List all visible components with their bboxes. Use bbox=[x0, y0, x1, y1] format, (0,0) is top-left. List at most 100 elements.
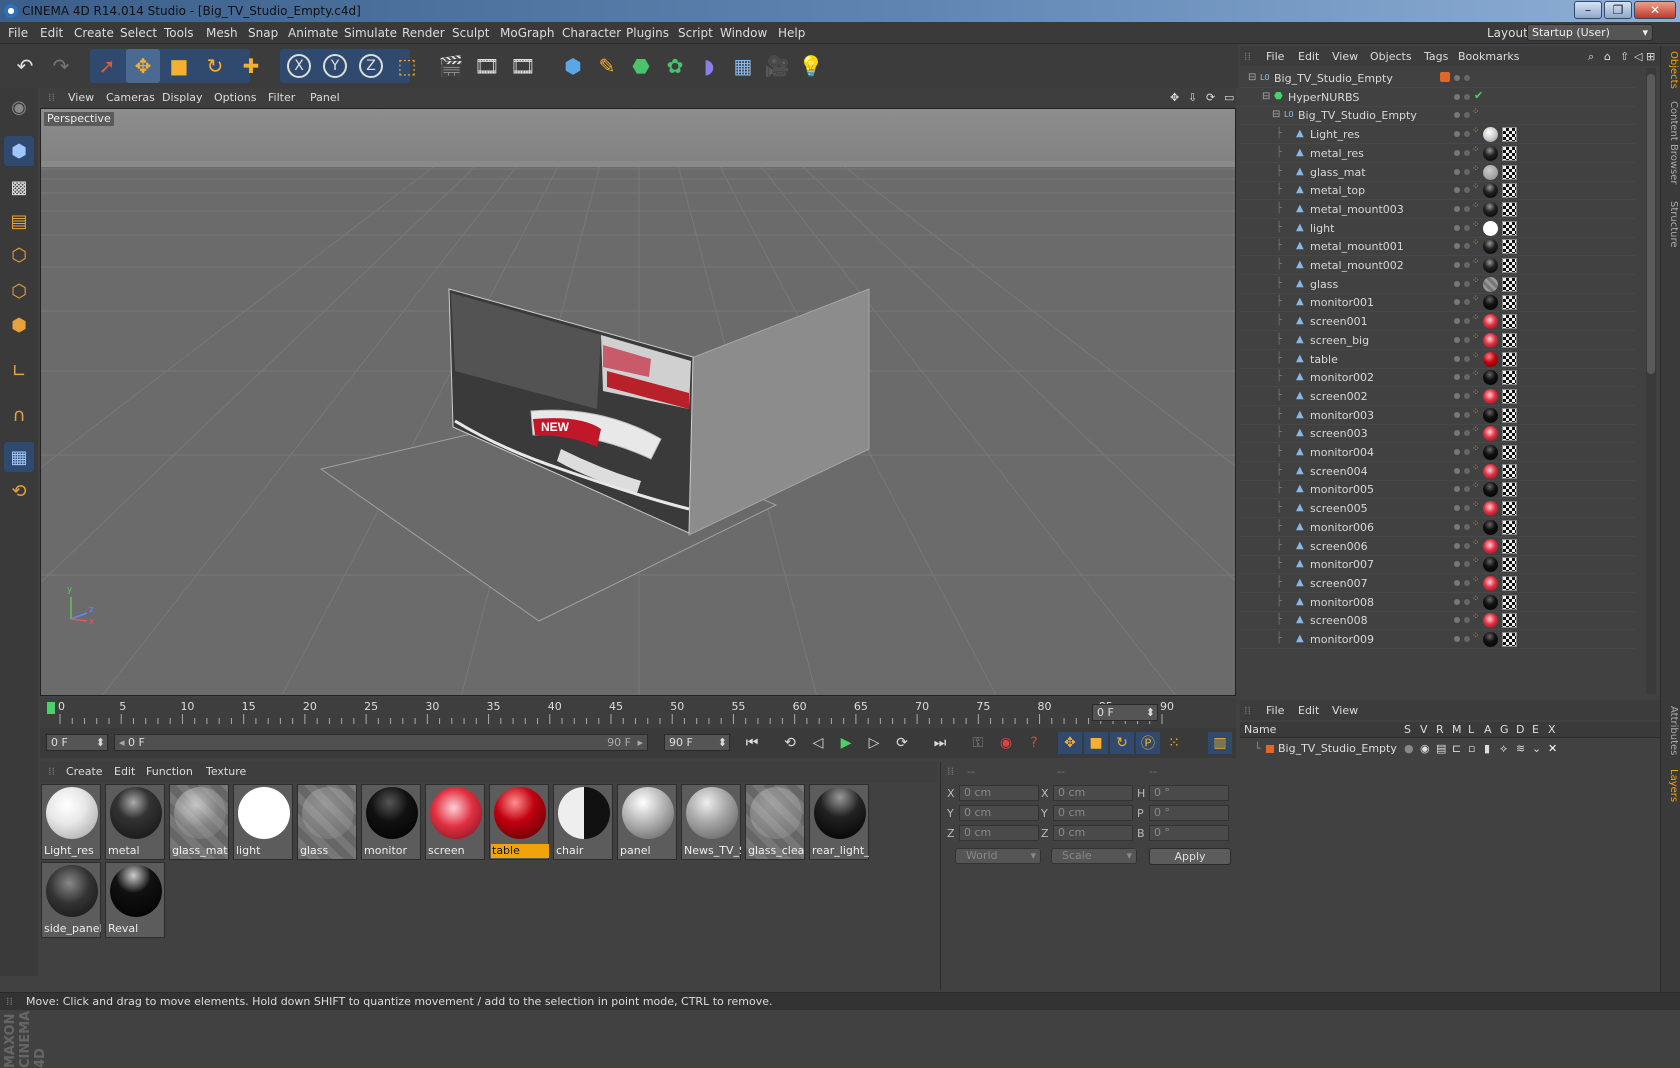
record-keys-button[interactable]: ⚿ bbox=[966, 732, 990, 754]
editor-visibility-dot[interactable] bbox=[1454, 336, 1460, 343]
menu-edit[interactable]: Edit bbox=[40, 26, 63, 40]
render-visibility-dot[interactable] bbox=[1464, 93, 1470, 100]
render-settings-button[interactable]: 🎞 bbox=[506, 49, 540, 83]
material-tag-icon[interactable] bbox=[1483, 407, 1498, 423]
menu-simulate[interactable]: Simulate bbox=[344, 26, 397, 40]
editor-visibility-dot[interactable] bbox=[1454, 187, 1460, 194]
material-tag-icon[interactable] bbox=[1483, 295, 1498, 311]
phong-tag-icon[interactable]: ⁘ bbox=[1472, 276, 1480, 286]
maximize-view-icon[interactable]: ▭ bbox=[1224, 91, 1234, 104]
texture-tag-icon[interactable] bbox=[1502, 164, 1517, 180]
render-view-button[interactable]: 🎬 bbox=[434, 49, 468, 83]
rot-h-field[interactable]: 0 ° bbox=[1149, 785, 1229, 801]
material-tag-icon[interactable] bbox=[1483, 519, 1498, 535]
material-tag-icon[interactable] bbox=[1483, 445, 1498, 460]
texture-tag-icon[interactable] bbox=[1502, 463, 1517, 479]
material-tag-icon[interactable] bbox=[1483, 613, 1498, 629]
texture-tag-icon[interactable] bbox=[1502, 594, 1517, 610]
objects-menu-view[interactable]: View bbox=[1332, 50, 1358, 63]
material-swatch[interactable]: light bbox=[233, 784, 293, 860]
render-visibility-dot[interactable] bbox=[1464, 131, 1470, 138]
phong-tag-icon[interactable]: ⁘ bbox=[1472, 182, 1480, 192]
material-tag-icon[interactable] bbox=[1483, 501, 1498, 517]
render-visibility-dot[interactable] bbox=[1464, 262, 1470, 268]
material-swatch[interactable]: News_TV_S bbox=[681, 784, 741, 860]
size-y-field[interactable]: 0 cm bbox=[1053, 805, 1133, 821]
texture-tag-icon[interactable] bbox=[1502, 632, 1517, 647]
autokey-button[interactable]: ◉ bbox=[994, 732, 1018, 754]
layout-dropdown[interactable]: Startup (User) ▾ bbox=[1527, 24, 1653, 41]
object-row[interactable]: ├ ▲ monitor001 ⁘ bbox=[1240, 292, 1636, 313]
snap-button[interactable]: ∩ bbox=[4, 400, 34, 430]
menu-file[interactable]: File bbox=[8, 26, 28, 40]
material-tag-icon[interactable] bbox=[1483, 370, 1498, 386]
workplane-lock-button[interactable]: ▦ bbox=[4, 442, 34, 472]
go-to-next-key-button[interactable]: ⟳ bbox=[890, 732, 914, 754]
editor-visibility-dot[interactable] bbox=[1454, 131, 1460, 138]
texture-tag-icon[interactable] bbox=[1502, 314, 1517, 330]
texture-tag-icon[interactable] bbox=[1502, 519, 1517, 535]
render-visibility-dot[interactable] bbox=[1464, 467, 1470, 474]
phong-tag-icon[interactable]: ⁘ bbox=[1472, 407, 1480, 417]
add-spline-button[interactable]: ✎ bbox=[590, 49, 624, 83]
object-row[interactable]: ├ ▲ glass_mat ⁘ bbox=[1240, 162, 1636, 182]
menu-character[interactable]: Character bbox=[562, 26, 621, 40]
phong-tag-icon[interactable]: ⁘ bbox=[1472, 444, 1480, 454]
viewport-menu-display[interactable]: Display bbox=[162, 91, 203, 104]
viewport-menu-filter[interactable]: Filter bbox=[268, 91, 295, 104]
enabled-check-icon[interactable]: ✔ bbox=[1474, 89, 1483, 102]
objects-menu-file[interactable]: File bbox=[1266, 50, 1284, 63]
phong-tag-icon[interactable]: ⁘ bbox=[1472, 126, 1480, 136]
menu-tools[interactable]: Tools bbox=[164, 26, 194, 40]
render-visibility-dot[interactable] bbox=[1464, 224, 1470, 231]
add-array-button[interactable]: ✿ bbox=[658, 49, 692, 83]
render-visibility-dot[interactable] bbox=[1464, 355, 1470, 362]
object-row[interactable]: ├ ▲ light ⁘ bbox=[1240, 218, 1636, 238]
material-swatch[interactable]: chair bbox=[553, 784, 613, 860]
material-tag-icon[interactable] bbox=[1483, 463, 1498, 479]
menu-snap[interactable]: Snap bbox=[248, 26, 278, 40]
record-scale-button[interactable]: ■ bbox=[1084, 732, 1108, 754]
viewport-menu-panel[interactable]: Panel bbox=[310, 91, 340, 104]
phong-tag-icon[interactable]: ⁘ bbox=[1472, 463, 1480, 473]
xref-icon[interactable]: ✕ bbox=[1548, 742, 1557, 755]
texture-tag-icon[interactable] bbox=[1502, 501, 1517, 517]
phong-tag-icon[interactable]: ⁘ bbox=[1472, 332, 1480, 342]
editor-visibility-dot[interactable] bbox=[1454, 505, 1460, 512]
rotate-view-icon[interactable]: ⟳ bbox=[1206, 91, 1215, 104]
phong-tag-icon[interactable]: ⁘ bbox=[1472, 538, 1480, 548]
object-row[interactable]: ├ ▲ Light_res ⁘ bbox=[1240, 124, 1636, 145]
object-row[interactable]: ├ ▲ screen003 ⁘ bbox=[1240, 423, 1636, 444]
manager-tree-icon[interactable]: ⊏ bbox=[1452, 742, 1461, 755]
material-tag-icon[interactable] bbox=[1483, 314, 1498, 330]
tab-layers[interactable]: Layers bbox=[1663, 766, 1679, 806]
texture-mode-button[interactable]: ▩ bbox=[4, 172, 34, 202]
collapse-toggle-icon[interactable]: ⊟ bbox=[1272, 109, 1282, 121]
render-visibility-dot[interactable] bbox=[1464, 318, 1470, 325]
material-tag-icon[interactable] bbox=[1483, 388, 1498, 404]
dolly-view-icon[interactable]: ⇩ bbox=[1188, 91, 1197, 104]
texture-tag-icon[interactable] bbox=[1502, 370, 1517, 386]
material-tag-icon[interactable] bbox=[1483, 127, 1498, 143]
pos-z-field[interactable]: 0 cm bbox=[959, 825, 1039, 841]
objects-menu-edit[interactable]: Edit bbox=[1298, 50, 1319, 63]
material-menu-texture[interactable]: Texture bbox=[206, 765, 246, 778]
phong-tag-icon[interactable]: ⁘ bbox=[1472, 594, 1480, 604]
editor-visibility-dot[interactable] bbox=[1454, 411, 1460, 418]
material-swatch[interactable]: monitor bbox=[361, 784, 421, 860]
render-visibility-dot[interactable] bbox=[1464, 598, 1470, 605]
render-visibility-dot[interactable] bbox=[1464, 411, 1470, 418]
editor-visibility-dot[interactable] bbox=[1454, 486, 1460, 493]
render-visibility-dot[interactable] bbox=[1464, 449, 1470, 455]
material-tag-icon[interactable] bbox=[1483, 575, 1498, 591]
close-button[interactable]: ✕ bbox=[1634, 1, 1676, 19]
film-icon[interactable]: ▮ bbox=[1484, 742, 1490, 755]
render-visibility-dot[interactable] bbox=[1464, 336, 1470, 343]
editor-visibility-dot[interactable] bbox=[1454, 299, 1460, 306]
editor-visibility-dot[interactable] bbox=[1454, 542, 1460, 549]
frame-range-slider[interactable]: ◂ 0 F 90 F ▸ bbox=[114, 734, 648, 751]
add-floor-button[interactable]: ▦ bbox=[726, 49, 760, 83]
phong-tag-icon[interactable]: ⁘ bbox=[1472, 145, 1480, 155]
object-row[interactable]: ├ ▲ glass ⁘ bbox=[1240, 274, 1636, 294]
editor-visibility-dot[interactable] bbox=[1454, 280, 1460, 287]
